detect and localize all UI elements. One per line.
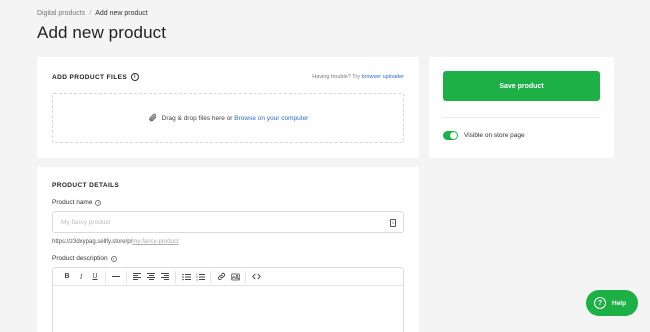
url-slug[interactable]: my-fancy-product bbox=[132, 239, 178, 245]
link-icon[interactable] bbox=[214, 271, 228, 283]
url-prefix: https://z3dxypag.sellfy.store/p/ bbox=[52, 239, 133, 245]
product-name-label-text: Product name bbox=[52, 199, 93, 206]
files-section-title-text: ADD PRODUCT FILES bbox=[52, 73, 128, 81]
breadcrumb: Digital products / Add new product bbox=[37, 10, 148, 17]
divider bbox=[443, 117, 600, 118]
paperclip-icon bbox=[148, 113, 157, 124]
visibility-row: Visible on store page bbox=[443, 131, 525, 140]
file-dropzone[interactable]: Drag & drop files here or Browse on your… bbox=[52, 93, 404, 143]
visible-label: Visible on store page bbox=[464, 132, 525, 139]
rule-group bbox=[106, 270, 127, 283]
product-name-input[interactable]: My fancy product 1 bbox=[52, 211, 404, 233]
bold-icon[interactable]: B bbox=[60, 271, 74, 283]
editor-toolbar: B I U 123 bbox=[53, 268, 403, 286]
files-section-title: ADD PRODUCT FILES i bbox=[52, 73, 140, 81]
description-editor[interactable]: B I U 123 bbox=[52, 267, 404, 332]
breadcrumb-current: Add new product bbox=[95, 10, 148, 17]
underline-icon[interactable]: U bbox=[88, 271, 102, 283]
help-button[interactable]: ? Help bbox=[586, 290, 638, 316]
info-icon[interactable]: i bbox=[131, 73, 140, 81]
align-center-icon[interactable] bbox=[144, 271, 158, 283]
trouble-text: Having trouble? Try browser uploader bbox=[312, 74, 404, 80]
code-group bbox=[246, 271, 266, 283]
dropzone-text: Drag & drop files here or Browse on your… bbox=[162, 115, 309, 122]
product-description-label: Product description i bbox=[52, 255, 117, 262]
product-name-placeholder: My fancy product bbox=[61, 218, 111, 226]
product-details-card: PRODUCT DETAILS Product name i My fancy … bbox=[37, 167, 419, 332]
drop-instructions: Drag & drop files here or bbox=[161, 114, 235, 122]
align-right-icon[interactable] bbox=[158, 271, 172, 283]
svg-text:3: 3 bbox=[196, 277, 198, 280]
code-icon[interactable] bbox=[249, 271, 263, 283]
details-section-title: PRODUCT DETAILS bbox=[52, 182, 120, 189]
save-card: Save product Visible on store page bbox=[429, 57, 614, 158]
visible-toggle[interactable] bbox=[443, 131, 458, 140]
trouble-prefix: Having trouble? Try bbox=[312, 74, 362, 80]
align-left-icon[interactable] bbox=[130, 271, 144, 283]
product-name-label: Product name i bbox=[52, 199, 102, 206]
page-title: Add new product bbox=[37, 23, 167, 42]
info-icon[interactable]: i bbox=[110, 255, 117, 262]
numbered-list-icon[interactable]: 123 bbox=[193, 271, 207, 283]
text-style-group: B I U bbox=[57, 270, 106, 283]
add-product-files-card: ADD PRODUCT FILES i Having trouble? Try … bbox=[37, 57, 419, 158]
info-icon[interactable]: i bbox=[95, 199, 102, 206]
question-icon: ? bbox=[594, 297, 606, 309]
product-description-label-text: Product description bbox=[52, 255, 108, 262]
help-label: Help bbox=[612, 299, 627, 307]
breadcrumb-digital-products[interactable]: Digital products bbox=[37, 10, 85, 17]
align-group bbox=[127, 270, 176, 283]
browse-computer-link[interactable]: Browse on your computer bbox=[234, 115, 308, 122]
horizontal-rule-icon[interactable] bbox=[109, 271, 123, 283]
bullet-list-icon[interactable] bbox=[179, 271, 193, 283]
browser-uploader-link[interactable]: browser uploader bbox=[362, 74, 405, 80]
list-group: 123 bbox=[176, 270, 211, 283]
italic-icon[interactable]: I bbox=[74, 271, 88, 283]
save-product-button[interactable]: Save product bbox=[443, 71, 600, 101]
breadcrumb-separator: / bbox=[89, 10, 92, 17]
insert-group bbox=[211, 270, 246, 283]
character-count-icon: 1 bbox=[390, 219, 396, 227]
image-icon[interactable] bbox=[228, 271, 242, 283]
product-url: https://z3dxypag.sellfy.store/p/my-fancy… bbox=[52, 239, 179, 245]
